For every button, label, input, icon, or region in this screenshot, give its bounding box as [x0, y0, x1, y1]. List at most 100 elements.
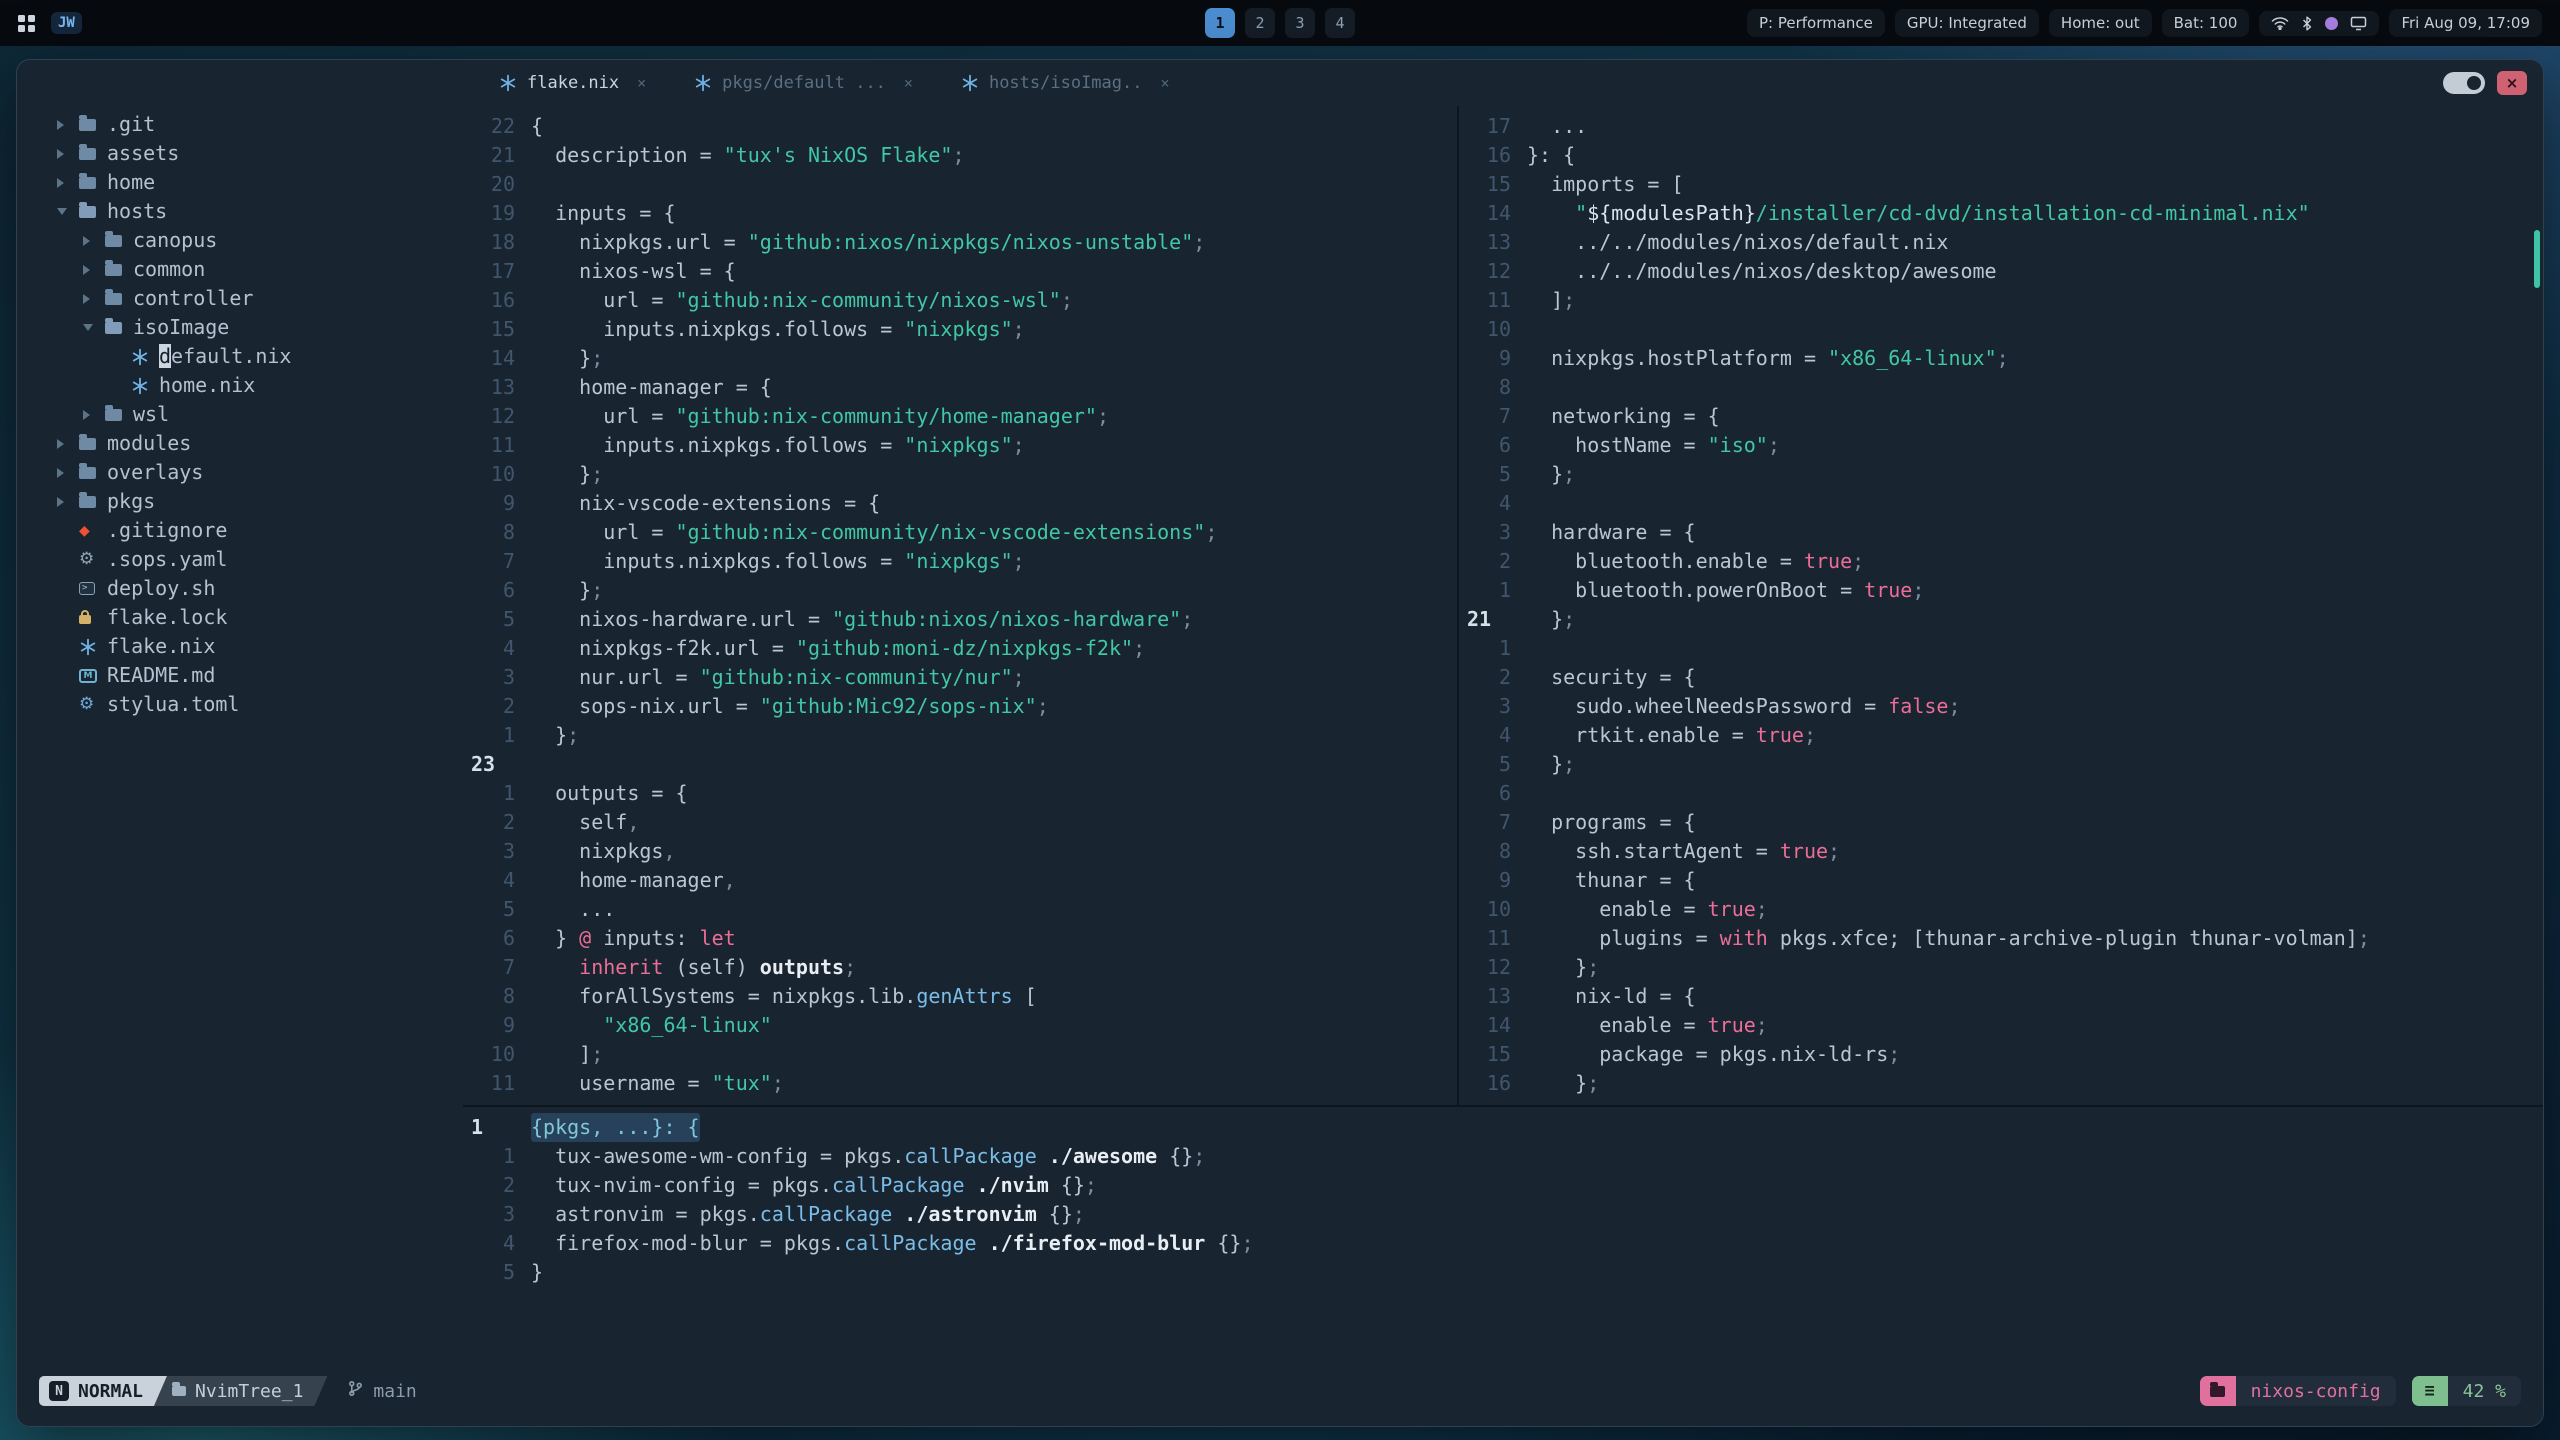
folder-open-icon	[105, 317, 133, 334]
line-number: 19	[490, 201, 515, 225]
workspace-2[interactable]: 2	[1245, 8, 1275, 38]
code-text: username = "tux";	[531, 1071, 784, 1095]
line-number: 2	[502, 694, 515, 718]
pane-flake-nix[interactable]: 22{21 description = "tux's NixOS Flake";…	[463, 106, 1459, 1105]
code-text: nix-ld = {	[1527, 984, 1696, 1008]
chevron-right-icon[interactable]	[83, 409, 90, 420]
music-app-icon[interactable]	[2325, 16, 2339, 30]
line-number: 16	[490, 288, 515, 312]
code-text: package = pkgs.nix-ld-rs;	[1527, 1042, 1901, 1066]
line-number: 22	[490, 114, 515, 138]
code-text: "x86_64-linux"	[603, 1013, 772, 1037]
tree-item-flake.nix[interactable]: flake.nix	[17, 632, 463, 661]
status-pill: Home: out	[2048, 9, 2152, 37]
tree-item-README.md[interactable]: M README.md	[17, 661, 463, 690]
tree-item-common[interactable]: common	[17, 255, 463, 284]
code-line: 1 {pkgs, ...}: {	[463, 1113, 2543, 1142]
pane-pkgs-default-nix[interactable]: 1 {pkgs, ...}: {1 tux-awesome-wm-config =…	[463, 1105, 2543, 1371]
git-branch-name: main	[373, 1380, 417, 1402]
window-toggle-button[interactable]	[2443, 72, 2485, 94]
tree-item-default.nix[interactable]: default.nix	[17, 342, 463, 371]
tree-item-.git[interactable]: .git	[17, 110, 463, 139]
tree-item-deploy.sh[interactable]: > deploy.sh	[17, 574, 463, 603]
scrollbar-thumb[interactable]	[2534, 230, 2540, 288]
code-line: 4 rtkit.enable = true;	[1459, 721, 2543, 750]
tab-hosts-isoImag..[interactable]: hosts/isoImag.. ×	[937, 60, 1194, 106]
chevron-right-icon[interactable]	[83, 264, 90, 275]
chevron-right-icon[interactable]	[83, 235, 90, 246]
workspace-4[interactable]: 4	[1325, 8, 1355, 38]
bluetooth-icon[interactable]	[2301, 16, 2313, 31]
statusline-right: nixos-config ≡ 42 %	[2199, 1376, 2521, 1406]
wifi-icon[interactable]	[2271, 16, 2289, 30]
tree-item-.gitignore[interactable]: ◆ .gitignore	[17, 516, 463, 545]
chevron-down-icon[interactable]	[57, 208, 67, 215]
line-number: 2	[1498, 665, 1511, 689]
tree-item-isoImage[interactable]: isoImage	[17, 313, 463, 342]
app-launcher-icon[interactable]	[18, 14, 35, 32]
code-text: nixpkgs-f2k.url = "github:moni-dz/nixpkg…	[531, 636, 1146, 660]
status-pills: P: Performance GPU: Integrated Home: out Ba…	[1746, 9, 2250, 37]
code-line: 4	[1459, 489, 2543, 518]
line-number: 13	[1486, 984, 1511, 1008]
line-number: 1	[502, 1144, 515, 1168]
chevron-right-icon[interactable]	[57, 438, 64, 449]
chevron-right-icon[interactable]	[57, 119, 64, 130]
code-text: astronvim = pkgs.callPackage ./astronvim…	[531, 1202, 1085, 1226]
tree-item-wsl[interactable]: wsl	[17, 400, 463, 429]
code-text: thunar = {	[1527, 868, 1696, 892]
code-line: 3 sudo.wheelNeedsPassword = false;	[1459, 692, 2543, 721]
statusline: N NORMAL NvimTree_1 main nixos-config ≡ …	[17, 1371, 2543, 1411]
tree-item-label: .sops.yaml	[107, 547, 228, 571]
line-number: 1	[502, 781, 515, 805]
tree-item-modules[interactable]: modules	[17, 429, 463, 458]
chevron-down-icon[interactable]	[83, 324, 93, 331]
folder-icon	[79, 143, 107, 160]
window-close-button[interactable]: ×	[2497, 71, 2527, 95]
code-text: inputs.nixpkgs.follows = "nixpkgs";	[531, 317, 1025, 341]
code-line: 6 hostName = "iso";	[1459, 431, 2543, 460]
code-text: };	[531, 346, 604, 370]
code-line: 17 ...	[1459, 112, 2543, 141]
tree-item-stylua.toml[interactable]: ⚙ stylua.toml	[17, 690, 463, 719]
tree-item-controller[interactable]: controller	[17, 284, 463, 313]
code-text: inputs.nixpkgs.follows = "nixpkgs";	[531, 549, 1025, 573]
code-text: tux-nvim-config = pkgs.callPackage ./nvi…	[531, 1173, 1097, 1197]
top-bar: JW 1234 P: Performance GPU: Integrated Hom…	[0, 0, 2560, 46]
chevron-right-icon[interactable]	[57, 148, 64, 159]
pane-hosts-isoimage-default-nix[interactable]: 17 ... 16}: {15 imports = [14 "${modulesP…	[1459, 106, 2543, 1105]
line-number: 5	[1498, 752, 1511, 776]
chevron-right-icon[interactable]	[57, 177, 64, 188]
tree-item-assets[interactable]: assets	[17, 139, 463, 168]
code-line: 8	[1459, 373, 2543, 402]
tab-close-icon[interactable]: ×	[637, 74, 646, 92]
chevron-right-icon[interactable]	[83, 293, 90, 304]
git-icon: ◆	[79, 522, 90, 539]
code-text: programs = {	[1527, 810, 1696, 834]
line-number: 3	[1498, 520, 1511, 544]
tab-flake.nix[interactable]: flake.nix ×	[475, 60, 670, 106]
tree-item-pkgs[interactable]: pkgs	[17, 487, 463, 516]
chevron-right-icon[interactable]	[57, 467, 64, 478]
tree-item-flake.lock[interactable]: flake.lock	[17, 603, 463, 632]
workspace-3[interactable]: 3	[1285, 8, 1315, 38]
tab-pkgs-default-...[interactable]: pkgs/default ... ×	[670, 60, 937, 106]
tree-item-canopus[interactable]: canopus	[17, 226, 463, 255]
display-icon[interactable]	[2350, 16, 2367, 31]
workspace-1[interactable]: 1	[1205, 8, 1235, 38]
chevron-right-icon[interactable]	[57, 496, 64, 507]
tree-item-hosts[interactable]: hosts	[17, 197, 463, 226]
code-line: 10 };	[463, 460, 1457, 489]
tab-close-icon[interactable]: ×	[904, 74, 913, 92]
code-text: inputs.nixpkgs.follows = "nixpkgs";	[531, 433, 1025, 457]
tab-close-icon[interactable]: ×	[1160, 74, 1169, 92]
tree-item-.sops.yaml[interactable]: ⚙ .sops.yaml	[17, 545, 463, 574]
line-number: 15	[1486, 1042, 1511, 1066]
tree-item-overlays[interactable]: overlays	[17, 458, 463, 487]
line-number: 3	[502, 1202, 515, 1226]
code-line: 11 username = "tux";	[463, 1069, 1457, 1098]
tree-item-home[interactable]: home	[17, 168, 463, 197]
code-text: ../../modules/nixos/desktop/awesome	[1527, 259, 1997, 283]
line-number: 8	[1498, 839, 1511, 863]
tree-item-home.nix[interactable]: home.nix	[17, 371, 463, 400]
